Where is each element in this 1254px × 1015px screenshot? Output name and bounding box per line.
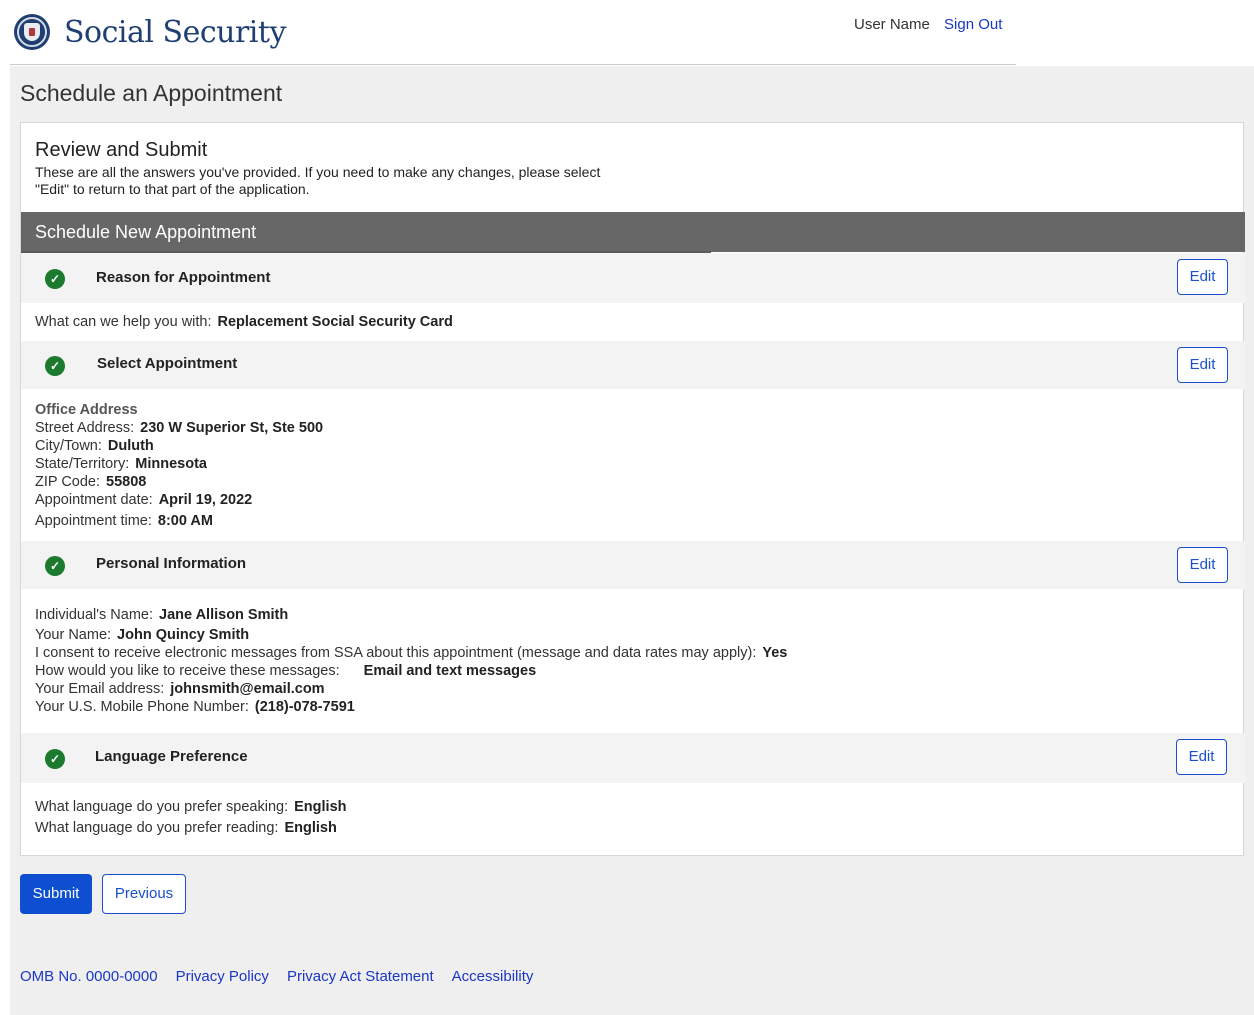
site-header: Social Security User Name Sign Out [0,0,1254,66]
check-icon: ✓ [45,556,65,576]
message-method-value: Email and text messages [363,663,537,679]
appointment-section-title: Select Appointment [97,355,238,372]
review-card: Review and Submit These are all the answ… [20,122,1245,856]
omb-number-link[interactable]: OMB No. 0000-0000 [20,968,158,985]
check-icon: ✓ [45,269,65,289]
reason-section-title: Reason for Appointment [96,269,271,286]
time-label: Appointment time: [35,513,152,529]
user-area: User Name Sign Out [854,16,1002,33]
speaking-language-value: English [294,799,347,815]
email-value: johnsmith@email.com [170,681,325,697]
language-section-header: ✓ Language Preference Edit [21,733,1245,783]
individual-name-label: Individual's Name: [35,607,154,623]
edit-personal-button[interactable]: Edit [1177,547,1228,583]
speaking-language-label: What language do you prefer speaking: [35,799,289,815]
individual-name-value: Jane Allison Smith [159,607,289,623]
street-value: 230 W Superior St, Ste 500 [140,420,324,436]
edit-reason-button[interactable]: Edit [1177,259,1228,295]
state-label: State/Territory: [35,456,130,472]
footer-links: OMB No. 0000-0000 Privacy Policy Privacy A… [20,968,551,985]
your-name-value: John Quincy Smith [117,627,250,643]
personal-details: Individual's Name: Jane Allison Smith You… [35,605,787,716]
reading-language-label: What language do you prefer reading: [35,820,279,836]
personal-section-header: ✓ Personal Information Edit [21,541,1245,589]
zip-value: 55808 [106,474,147,490]
state-value: Minnesota [135,456,207,472]
personal-section-title: Personal Information [96,555,247,572]
reading-language-value: English [284,820,337,836]
privacy-act-link[interactable]: Privacy Act Statement [287,968,434,985]
previous-button[interactable]: Previous [102,874,186,914]
phone-value: (218)-078-7591 [254,699,355,715]
review-instructions-line: "Edit" to return to that part of the app… [35,181,310,197]
appointment-section-header: ✓ Select Appointment Edit [21,341,1245,389]
time-value: 8:00 AM [157,513,213,529]
reason-value: Replacement Social Security Card [217,314,453,330]
phone-label: Your U.S. Mobile Phone Number: [35,699,249,715]
check-icon: ✓ [45,749,65,769]
reason-label: What can we help you with: [35,314,212,330]
page-body: Schedule an Appointment Review and Submi… [10,66,1254,1015]
city-value: Duluth [107,438,154,454]
consent-label: I consent to receive electronic messages… [35,645,757,661]
logo[interactable]: Social Security [14,14,286,50]
accessibility-link[interactable]: Accessibility [452,968,534,985]
page-title: Schedule an Appointment [20,80,283,106]
section-title: Schedule New Appointment [35,222,257,242]
header-divider [10,64,1016,65]
email-label: Your Email address: [35,681,165,697]
review-intro: Review and Submit These are all the answ… [35,139,735,198]
review-instructions-line: These are all the answers you've provide… [35,164,601,180]
submit-button[interactable]: Submit [20,874,92,914]
language-details: What language do you prefer speaking: Eng… [35,797,347,839]
review-title: Review and Submit [35,139,208,161]
street-label: Street Address: [35,420,135,436]
message-method-label: How would you like to receive these mess… [35,663,340,679]
office-address-heading: Office Address [35,402,138,418]
your-name-label: Your Name: [35,627,112,643]
date-value: April 19, 2022 [158,492,253,508]
edit-language-button[interactable]: Edit [1176,739,1227,775]
section-header: Schedule New Appointment [21,212,1245,252]
consent-value: Yes [762,645,788,661]
language-section-title: Language Preference [95,748,248,765]
review-instructions: These are all the answers you've provide… [35,164,735,198]
reason-details: What can we help you with: Replacement So… [35,313,453,331]
privacy-policy-link[interactable]: Privacy Policy [176,968,269,985]
ssa-seal-icon [14,14,50,50]
reason-section-header: ✓ Reason for Appointment Edit [21,253,1245,303]
sign-out-link[interactable]: Sign Out [944,16,1002,33]
site-title: Social Security [64,14,286,50]
user-name: User Name [854,16,930,33]
date-label: Appointment date: [35,492,153,508]
check-icon: ✓ [45,356,65,376]
city-label: City/Town: [35,438,102,454]
edit-appointment-button[interactable]: Edit [1177,347,1228,383]
appointment-details: Office Address Street Address: 230 W Supe… [35,401,323,532]
zip-label: ZIP Code: [35,474,101,490]
